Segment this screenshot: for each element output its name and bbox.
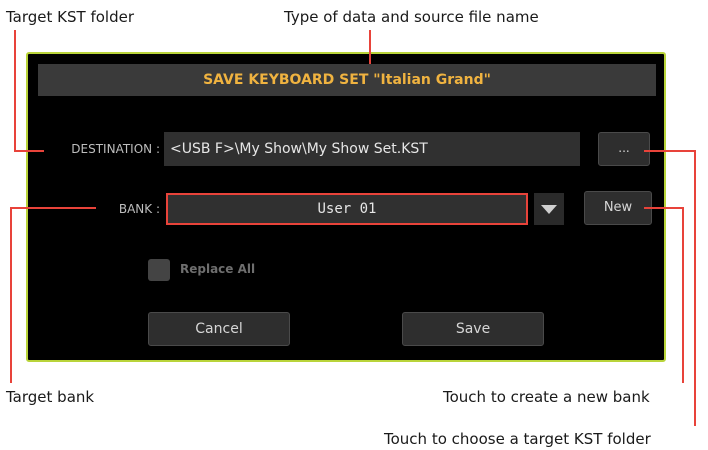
replace-all-label: Replace All (180, 262, 256, 276)
callout-type-and-source: Type of data and source file name (284, 8, 539, 26)
bank-select[interactable]: User 01 (166, 193, 528, 225)
bank-dropdown-arrow-icon[interactable] (534, 193, 564, 225)
callout-line-title-v (369, 30, 371, 64)
destination-path-field[interactable]: <USB F>\My Show\My Show Set.KST (164, 132, 580, 166)
bank-label: BANK : (118, 202, 160, 216)
callout-line-new-v (682, 207, 684, 383)
callout-create-new-bank: Touch to create a new bank (443, 388, 650, 406)
replace-all-checkbox[interactable] (148, 259, 170, 281)
new-bank-button[interactable]: New (584, 191, 652, 225)
callout-choose-kst-folder: Touch to choose a target KST folder (384, 430, 651, 448)
callout-line-target-folder-h (14, 150, 44, 152)
callout-target-kst-folder: Target KST folder (6, 8, 135, 26)
bank-value: User 01 (317, 201, 377, 217)
callout-line-bank-v (10, 207, 12, 383)
destination-path-value: <USB F>\My Show\My Show Set.KST (170, 141, 428, 157)
save-button[interactable]: Save (402, 312, 544, 346)
callout-target-bank: Target bank (6, 388, 95, 406)
cancel-button[interactable]: Cancel (148, 312, 290, 346)
callout-line-browse-h (644, 150, 696, 152)
dialog-title: SAVE KEYBOARD SET "Italian Grand" (38, 64, 656, 96)
callout-line-browse-v (694, 150, 696, 426)
callout-line-new-h (644, 207, 684, 209)
callout-line-bank-h (10, 207, 96, 209)
save-keyboard-set-dialog: SAVE KEYBOARD SET "Italian Grand" DESTIN… (26, 52, 666, 362)
destination-label: DESTINATION : (71, 142, 160, 156)
callout-line-target-folder-v (14, 30, 16, 152)
browse-folder-button[interactable]: ... (598, 132, 650, 166)
